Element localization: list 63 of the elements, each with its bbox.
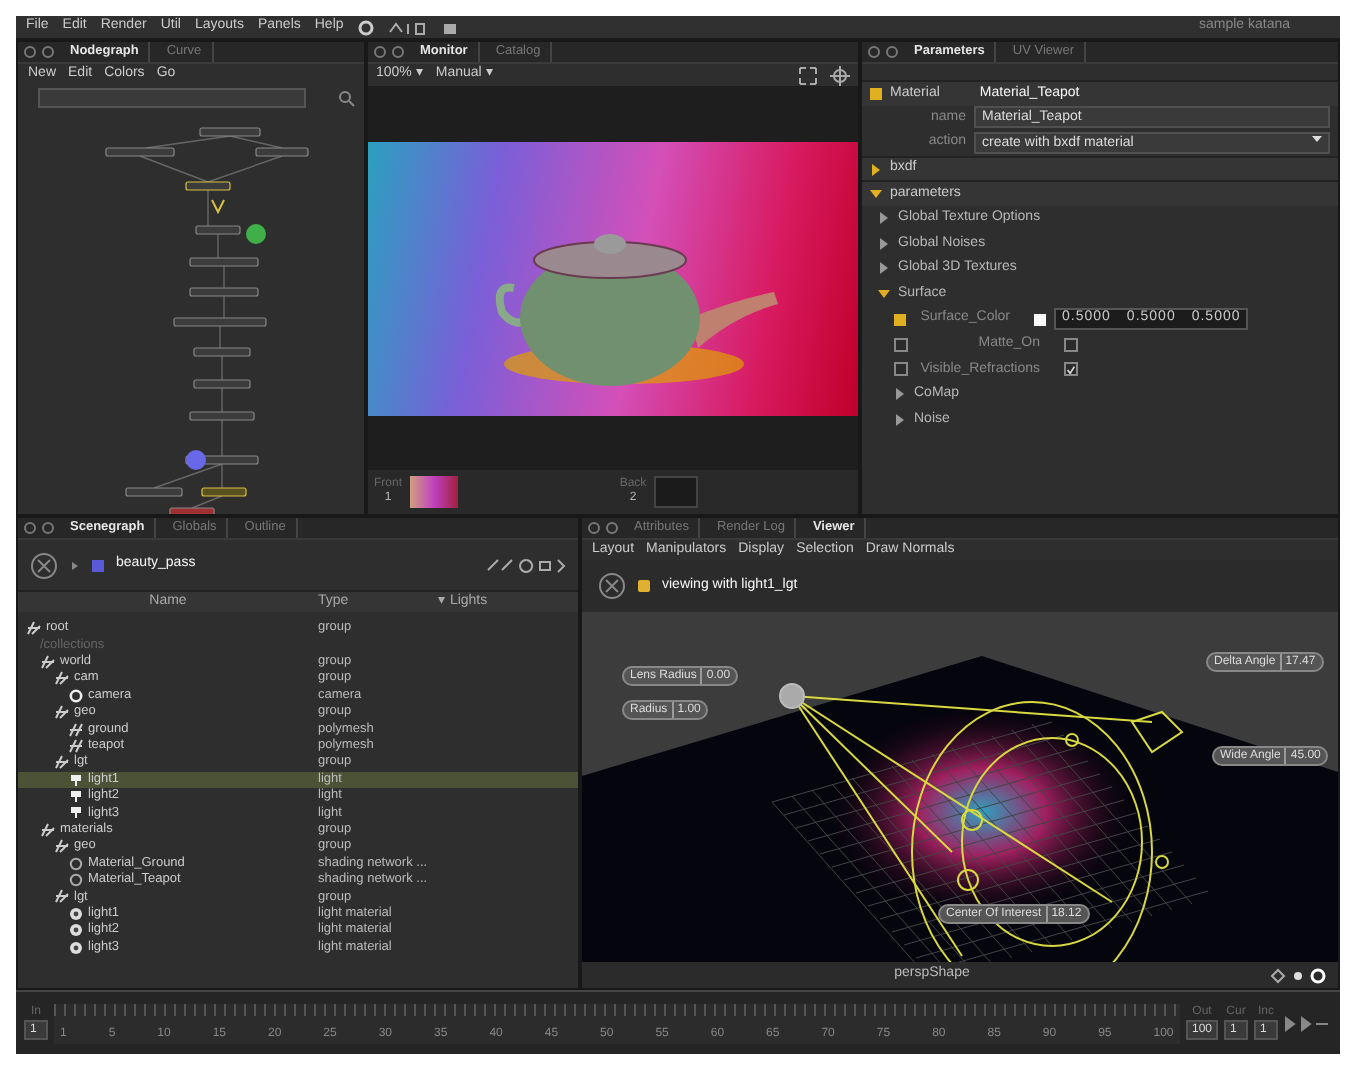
group-icon [54,704,70,721]
search-field[interactable] [38,88,306,109]
pane-float-icon[interactable] [588,522,600,534]
node-status-dot [246,224,266,245]
pane-close-icon[interactable] [392,46,404,58]
toolbar-icons [486,556,566,574]
checkbox[interactable] [1064,337,1078,352]
playback-controls-icon [1284,1015,1332,1031]
pane-float-icon[interactable] [24,46,36,58]
settings-icon [357,19,374,35]
pane-close-icon[interactable] [42,522,54,534]
graph-node[interactable] [189,412,255,422]
light-manipulator-drawing[interactable] [779,683,1184,962]
collapsed-icon[interactable] [878,212,890,225]
graph-node[interactable] [189,258,259,268]
collapsed-icon[interactable] [894,388,906,401]
image-swatch[interactable] [654,476,699,508]
pane-close-icon[interactable] [886,46,898,58]
checkmark-icon [1066,363,1076,376]
graph-node[interactable] [189,288,259,298]
collapsed-icon[interactable] [894,414,906,427]
checkbox[interactable] [1064,362,1078,377]
expanded-icon[interactable] [878,288,890,301]
graph-node[interactable] [125,488,183,498]
dropdown-caret-icon [70,559,80,571]
pass-icon [92,559,104,571]
frame-icon [798,65,818,85]
crosshair-icon [830,65,850,85]
collapsed-icon[interactable] [878,237,890,250]
toolbar-icon [387,19,428,35]
graph-node[interactable] [173,318,267,328]
graph-node[interactable] [199,128,261,138]
thumbnail-image[interactable] [410,476,459,508]
graph-node[interactable] [169,508,215,514]
node-status-dot [186,450,206,471]
pane-float-icon[interactable] [24,522,36,534]
graph-node[interactable] [105,148,175,158]
graph-node[interactable] [193,348,251,358]
home-icon [441,19,458,35]
pane-float-icon[interactable] [374,46,386,58]
pane-float-icon[interactable] [868,46,880,58]
pane-close-icon[interactable] [606,522,618,534]
pane-close-icon[interactable] [42,46,54,58]
group-icon [54,888,70,905]
view-options-icons [1270,967,1326,983]
cancel-icon [30,551,58,579]
light-icon [638,580,650,592]
expanded-icon[interactable] [870,188,882,201]
cancel-icon [598,572,626,600]
collapsed-icon[interactable] [878,262,890,275]
graph-node[interactable] [201,488,247,498]
graph-node[interactable] [185,182,231,192]
dropdown-caret-icon [1312,133,1322,144]
graph-node[interactable] [193,380,251,390]
camera-icon [68,687,84,704]
graph-node[interactable] [255,148,309,158]
graph-node[interactable] [195,226,241,236]
search-icon [338,89,356,108]
collapsed-icon[interactable] [870,163,882,176]
color-swatch[interactable] [1034,313,1046,326]
group-icon [26,620,42,637]
node-color-icon [870,87,882,100]
group-icon [54,754,70,771]
